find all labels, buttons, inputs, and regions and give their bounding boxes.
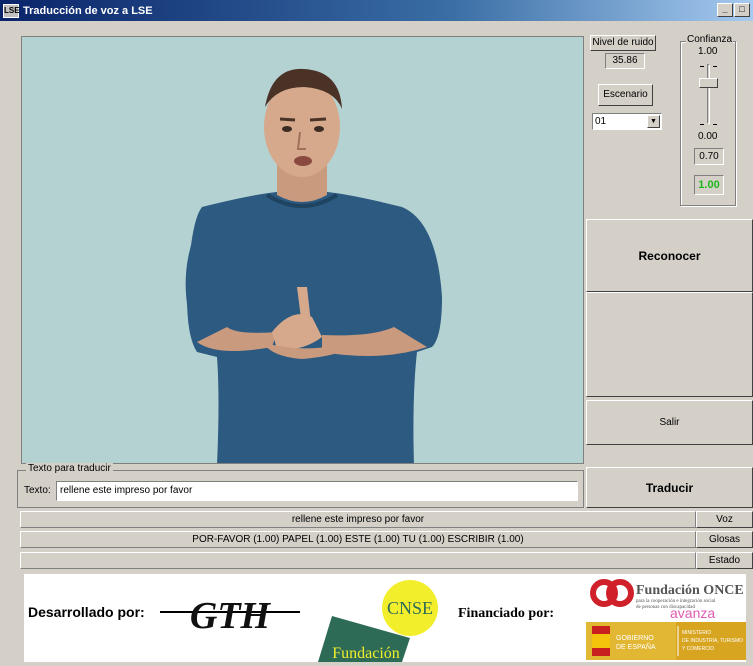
avanza-logo-text: avanza [670,605,715,618]
confidence-max: 1.00 [698,46,718,57]
title-bar[interactable]: LSE Traducción de voz a LSE _ □ [0,0,753,21]
glosses-output: POR-FAVOR (1.00) PAPEL (1.00) ESTE (1.00… [20,531,696,548]
glosses-button[interactable]: Glosas [696,531,753,548]
confidence-current-value: 1.00 [694,175,724,195]
confidence-min: 0.00 [698,131,718,142]
slider-tick [713,124,717,125]
slider-tick [700,124,704,125]
text-field-label: Texto: [24,485,51,496]
once-logo-title: Fundación ONCE [636,583,744,598]
gobierno-espana-logo: GOBIERNO DE ESPAÑA MINISTERIO DE INDUSTR… [586,622,746,660]
funded-by-label: Financiado por: [458,606,555,621]
cnse-logo-sub: Fundación [332,645,400,662]
ministry-text-3: Y COMERCIO [682,646,714,652]
app-icon: LSE [3,3,20,18]
scenario-button[interactable]: Escenario [598,84,653,106]
scenario-selected-value: 01 [595,116,607,127]
signing-avatar [185,68,442,463]
voice-output: rellene este impreso por favor [20,511,696,528]
developed-by-label: Desarrollado por: [28,604,145,620]
gth-logo-text: GTH [190,595,272,636]
main-window: LSE Traducción de voz a LSE _ □ Nivel de… [0,0,753,666]
status-button[interactable]: Estado [696,552,753,569]
exit-button[interactable]: Salir [586,400,753,445]
slider-tick [700,66,704,67]
scenario-select[interactable]: 01 ▼ [592,113,662,130]
gov-text-1: GOBIERNO [616,635,654,642]
noise-level-button[interactable]: Nivel de ruido [590,35,656,51]
cnse-logo-text: CNSE [387,598,433,618]
blank-panel [586,292,753,397]
confidence-label: Confianza [686,34,734,45]
fundacion-once-logo: Fundación ONCE para la cooperación e int… [590,579,744,618]
avatar-viewport[interactable] [21,36,584,464]
maximize-button[interactable]: □ [734,3,750,17]
text-group-label: Texto para traducir [26,463,113,474]
gth-logo: GTH [160,595,300,636]
once-logo-sub1: para la cooperación e integración social [636,599,716,604]
text-input[interactable]: rellene este impreso por favor [56,481,578,501]
slider-tick [713,66,717,67]
translate-button[interactable]: Traducir [586,467,753,508]
status-output [20,552,696,569]
confidence-slider-track[interactable] [707,64,710,124]
ministry-text-2: DE INDUSTRIA, TURISMO [682,638,743,644]
voice-button[interactable]: Voz [696,511,753,528]
chevron-down-icon[interactable]: ▼ [647,115,660,128]
window-title: Traducción de voz a LSE [23,4,153,17]
gov-text-2: DE ESPAÑA [616,642,656,651]
ministry-text-1: MINISTERIO [682,630,711,636]
cnse-logo: CNSE Fundación [318,580,438,662]
confidence-threshold-value: 0.70 [694,148,724,165]
window-controls: _ □ [717,3,750,17]
minimize-button[interactable]: _ [717,3,733,17]
recognize-button[interactable]: Reconocer [586,219,753,292]
noise-level-value: 35.86 [605,53,645,69]
confidence-slider-thumb[interactable] [699,78,718,88]
